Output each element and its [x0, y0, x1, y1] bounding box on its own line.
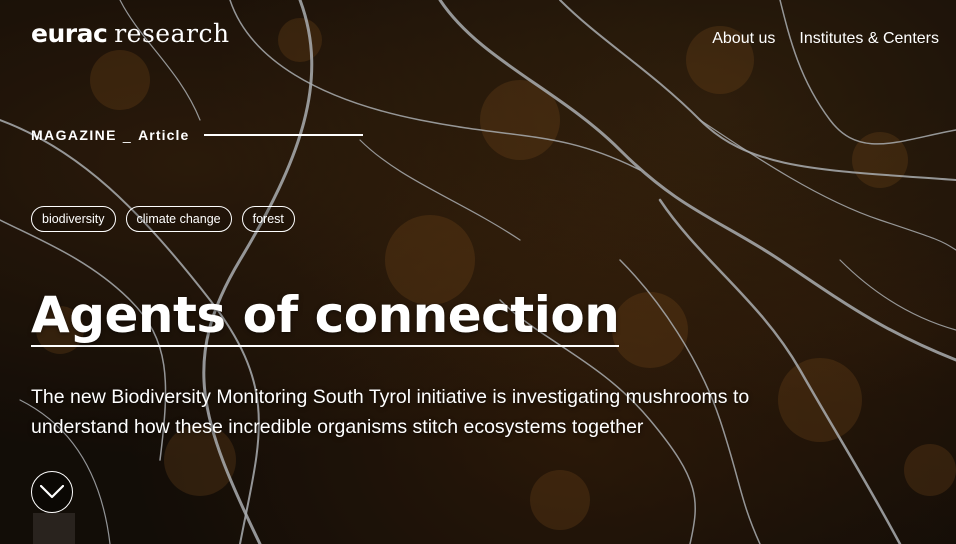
scroll-down-button[interactable]	[31, 471, 73, 513]
eyebrow-separator: _	[122, 127, 133, 143]
article-lead: The new Biodiversity Monitoring South Ty…	[31, 386, 750, 438]
section-label[interactable]: MAGAZINE	[31, 127, 117, 143]
logo-wordmark-light: research	[114, 19, 230, 48]
site-logo[interactable]: eurac research	[31, 20, 230, 48]
tag-list: biodiversity climate change forest	[31, 206, 295, 232]
hero-background-image	[0, 0, 956, 544]
article-title: Agents of connection	[31, 285, 620, 347]
nav-link-about-us[interactable]: About us	[712, 29, 775, 49]
tag-climate-change[interactable]: climate change	[125, 206, 232, 232]
scroll-button-shadow	[33, 513, 75, 544]
chevron-down-icon	[40, 485, 64, 499]
main-navigation: About us Institutes & Centers	[712, 29, 939, 49]
tag-forest[interactable]: forest	[241, 206, 295, 232]
tag-biodiversity[interactable]: biodiversity	[31, 206, 116, 232]
mycelium-illustration	[0, 0, 956, 544]
logo-wordmark-bold: eurac	[31, 19, 108, 48]
content-type-label: Article	[138, 127, 190, 143]
article-eyebrow: MAGAZINE _ Article	[31, 127, 364, 143]
nav-link-institutes-centers[interactable]: Institutes & Centers	[799, 29, 939, 49]
eyebrow-divider-line	[204, 134, 364, 136]
